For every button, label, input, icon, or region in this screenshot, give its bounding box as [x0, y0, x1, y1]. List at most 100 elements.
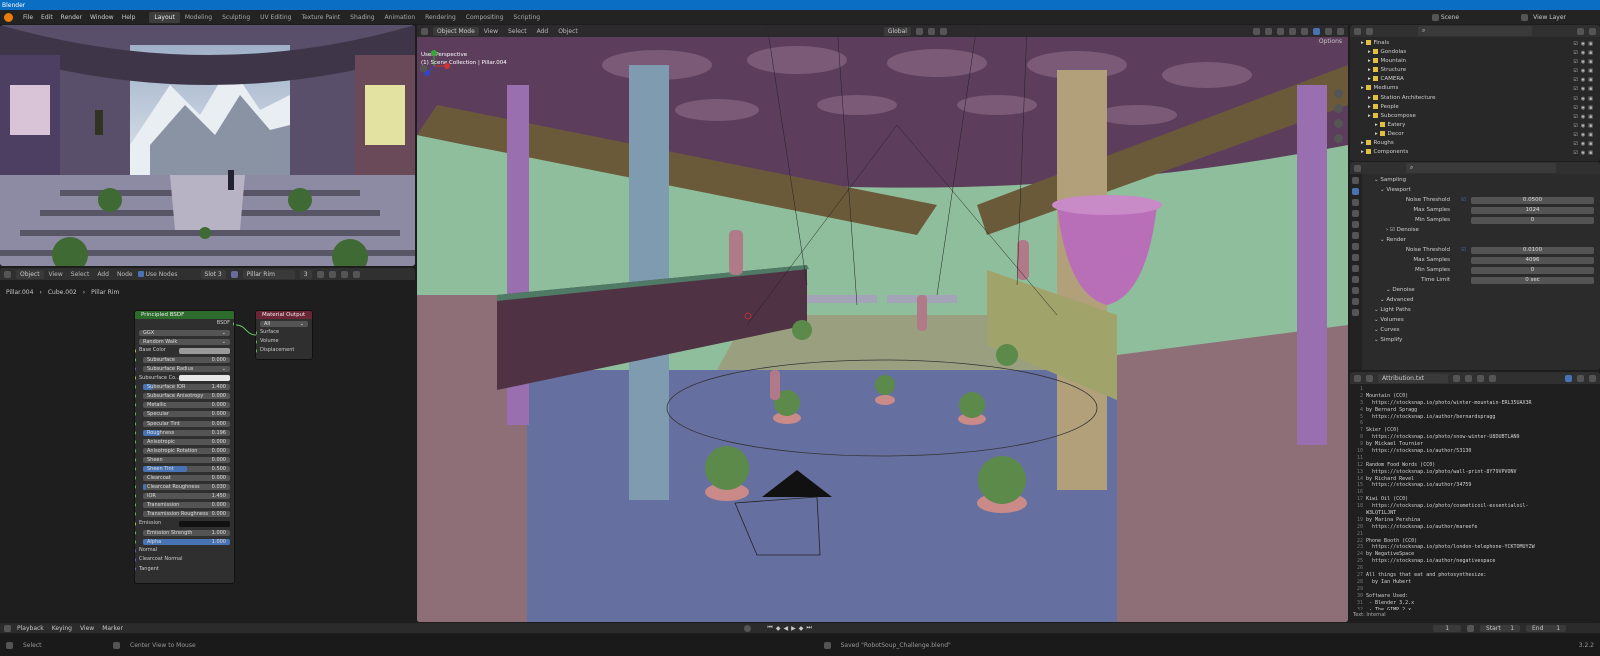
- material-users-count[interactable]: 3: [299, 269, 312, 279]
- pivot-point-icon[interactable]: [915, 27, 923, 35]
- principled-bsdf-node[interactable]: Principled BSDF BSDF GGX ⌄ Random Walk ⌄ B…: [134, 310, 235, 584]
- open-text-icon[interactable]: [1477, 374, 1484, 382]
- camera-view-icon[interactable]: [1334, 119, 1343, 128]
- property-value-field[interactable]: 1024: [1471, 206, 1594, 214]
- new-collection-icon[interactable]: [1589, 27, 1596, 35]
- editor-type-icon[interactable]: [421, 27, 428, 35]
- image-editor-preview[interactable]: [0, 25, 415, 266]
- input-socket[interactable]: [135, 412, 136, 417]
- input-socket[interactable]: [135, 548, 136, 553]
- input-socket[interactable]: [135, 430, 136, 435]
- panel-header[interactable]: ⌄ Denoise: [1364, 285, 1600, 295]
- outliner[interactable]: ⌕ ▸ Finals ☑◉▣ ▸ Gondolas ☑◉▣ ▸ Mountain ☑◉▣ ▸…: [1350, 25, 1600, 161]
- menu-edit[interactable]: Edit: [37, 13, 57, 22]
- input-slider[interactable]: Subsurface IOR 1.400: [143, 384, 230, 391]
- next-keyframe-icon[interactable]: ◆: [799, 625, 804, 632]
- input-socket[interactable]: [135, 557, 136, 562]
- tool-tab-icon[interactable]: [1352, 177, 1359, 184]
- output-tab-icon[interactable]: [1352, 199, 1359, 206]
- workspace-tab-scripting[interactable]: Scripting: [508, 12, 545, 23]
- syntax-highlight-toggle-icon[interactable]: [1589, 374, 1596, 382]
- input-socket[interactable]: [135, 394, 136, 399]
- properties-search-input[interactable]: ⌕: [1406, 163, 1556, 173]
- word-wrap-toggle-icon[interactable]: [1577, 374, 1584, 382]
- input-socket[interactable]: [135, 467, 136, 471]
- checkbox-icon[interactable]: ☑: [1461, 195, 1466, 205]
- object-tab-icon[interactable]: [1352, 243, 1359, 250]
- fake-user-icon[interactable]: [316, 270, 324, 278]
- scene-tab-icon[interactable]: [1352, 221, 1359, 228]
- scene-icon[interactable]: [1431, 13, 1439, 21]
- text-editor[interactable]: Attribution.txt 1 2 Mountain (CC0) 3 https:…: [1350, 372, 1600, 622]
- grid-perspective-icon[interactable]: [1334, 134, 1343, 143]
- input-slider[interactable]: IOR 1.450: [143, 493, 230, 500]
- fake-user-icon[interactable]: [1453, 374, 1460, 382]
- wireframe-shading-icon[interactable]: [1301, 27, 1308, 35]
- particles-tab-icon[interactable]: [1352, 265, 1359, 272]
- material-name-field[interactable]: Pillar Rim: [242, 269, 295, 279]
- workspace-tab-animation[interactable]: Animation: [380, 12, 421, 23]
- select-tool-icon[interactable]: [420, 65, 427, 72]
- input-slider[interactable]: Roughness 0.196: [143, 429, 230, 436]
- node-menu-add[interactable]: Add: [97, 271, 109, 278]
- input-socket[interactable]: [135, 457, 136, 462]
- property-value-field[interactable]: 4096: [1471, 256, 1594, 264]
- input-socket[interactable]: [135, 439, 136, 444]
- preview-range-icon[interactable]: [1467, 624, 1475, 632]
- input-slider[interactable]: Anisotropic Rotation 0.000: [143, 447, 230, 454]
- breadcrumb-item[interactable]: Pillar.004: [6, 289, 33, 296]
- input-slider[interactable]: Clearcoat Roughness 0.030: [143, 484, 230, 491]
- panel-header[interactable]: ⌄ Simplify: [1364, 335, 1600, 345]
- scene-selector[interactable]: Scene: [1441, 14, 1459, 21]
- editor-type-icon[interactable]: [1354, 27, 1361, 35]
- input-socket[interactable]: [135, 567, 136, 572]
- input-socket[interactable]: [135, 403, 136, 408]
- viewport-options-button[interactable]: Options: [1319, 38, 1342, 45]
- outliner-item[interactable]: ▸ Mountain ☑◉▣: [1350, 57, 1600, 66]
- input-socket[interactable]: [135, 476, 136, 481]
- outliner-item[interactable]: ▸ Subcompose ☑◉▣: [1350, 112, 1600, 121]
- input-socket[interactable]: [256, 339, 257, 344]
- property-value-field[interactable]: 0 sec: [1471, 276, 1594, 284]
- input-slider[interactable]: Transmission 0.000: [143, 502, 230, 509]
- hand-pan-icon[interactable]: [1334, 104, 1343, 113]
- use-nodes-toggle[interactable]: Use Nodes: [137, 271, 178, 278]
- outliner-item[interactable]: ▸ Mediums ☑◉▣: [1350, 84, 1600, 93]
- input-slider[interactable]: Specular 0.000: [143, 411, 230, 418]
- play-icon[interactable]: ▶: [791, 625, 796, 632]
- unlink-text-icon[interactable]: [1489, 374, 1496, 382]
- display-mode-icon[interactable]: [1366, 27, 1373, 35]
- view-layer-selector[interactable]: View Layer: [1533, 14, 1566, 21]
- play-reverse-icon[interactable]: ◀: [783, 625, 788, 632]
- output-target-dropdown[interactable]: All ⌄: [260, 320, 308, 327]
- zoom-icon[interactable]: [1334, 89, 1343, 98]
- panel-header[interactable]: ⌄ Curves: [1364, 325, 1600, 335]
- viewport-menu-select[interactable]: Select: [508, 28, 527, 35]
- line-numbers-toggle-icon[interactable]: [1565, 374, 1572, 382]
- workspace-tab-modeling[interactable]: Modeling: [180, 12, 217, 23]
- outliner-item[interactable]: ▸ People ☑◉▣: [1350, 103, 1600, 112]
- rendered-shading-icon[interactable]: [1337, 27, 1344, 35]
- transform-orientation-dropdown[interactable]: Global: [883, 26, 911, 36]
- input-socket[interactable]: [135, 376, 136, 381]
- snap-icon[interactable]: [927, 27, 935, 35]
- color-swatch[interactable]: [179, 375, 230, 382]
- input-socket[interactable]: [135, 448, 136, 453]
- input-slider[interactable]: Subsurface 0.000: [143, 356, 230, 363]
- timeline-menu-marker[interactable]: Marker: [102, 625, 123, 632]
- prev-keyframe-icon[interactable]: ◆: [776, 625, 781, 632]
- material-tab-icon[interactable]: [1352, 309, 1359, 316]
- editor-type-icon[interactable]: [1354, 374, 1361, 382]
- object-shader-type-dropdown[interactable]: Object: [16, 269, 44, 279]
- color-swatch[interactable]: [179, 520, 230, 527]
- blender-logo-icon[interactable]: [4, 12, 13, 22]
- timeline-menu-view[interactable]: View: [80, 625, 94, 632]
- property-checkbox[interactable]: › ☑ Denoise: [1364, 225, 1600, 235]
- filter-icon[interactable]: [1577, 27, 1584, 35]
- input-socket[interactable]: [135, 521, 136, 526]
- menu-window[interactable]: Window: [86, 13, 118, 22]
- bsdf-output-socket[interactable]: [233, 321, 234, 326]
- input-slider[interactable]: Sheen 0.000: [143, 456, 230, 463]
- object-mode-dropdown[interactable]: Object Mode: [433, 26, 479, 36]
- node-menu-node[interactable]: Node: [117, 271, 133, 278]
